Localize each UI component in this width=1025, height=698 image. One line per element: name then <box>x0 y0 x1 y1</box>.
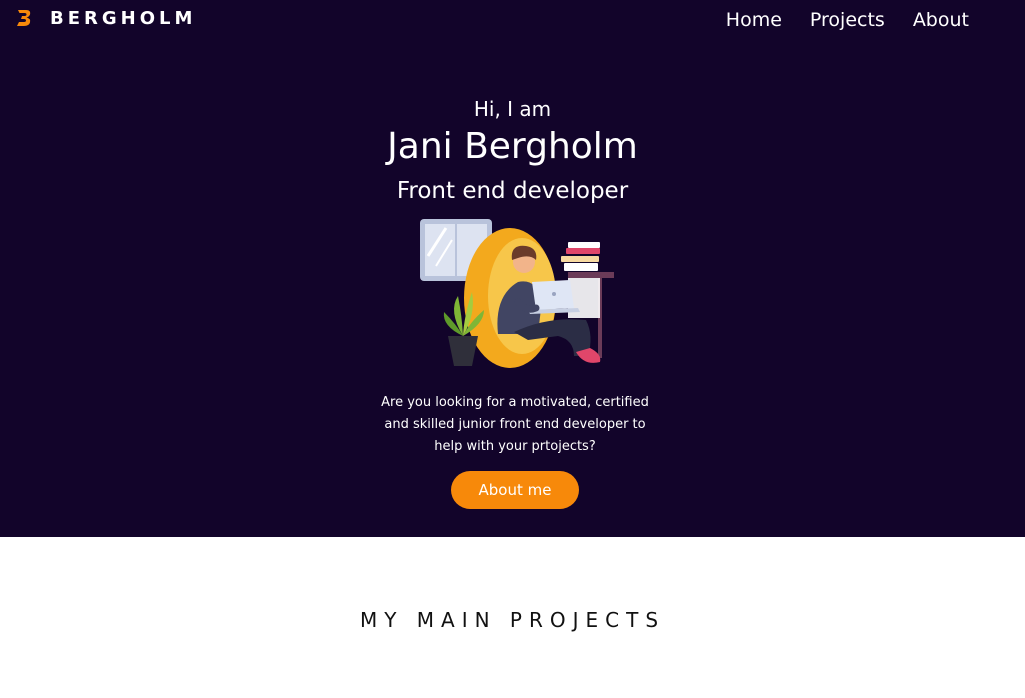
hero-section: BERGHOLM Home Projects About Hi, I am Ja… <box>0 0 1025 537</box>
hero-greeting: Hi, I am <box>473 97 552 121</box>
nav-projects-link[interactable]: Projects <box>810 9 885 31</box>
hero-role: Front end developer <box>396 178 629 204</box>
b-logo-icon <box>17 10 31 26</box>
hero-intro-text: Are you looking for a motivated, certifi… <box>381 395 649 454</box>
hero-name: Jani Bergholm <box>387 126 638 167</box>
nav-about-link[interactable]: About <box>913 9 969 31</box>
projects-section-title: MY MAIN PROJECTS <box>359 608 666 632</box>
brand[interactable]: BERGHOLM <box>16 6 196 30</box>
nav-home-link[interactable]: Home <box>726 9 782 31</box>
about-me-button[interactable]: About me <box>451 471 579 509</box>
main-nav: Home Projects About <box>726 9 969 31</box>
brand-name: BERGHOLM <box>50 7 197 29</box>
developer-with-laptop-illustration <box>420 219 614 368</box>
